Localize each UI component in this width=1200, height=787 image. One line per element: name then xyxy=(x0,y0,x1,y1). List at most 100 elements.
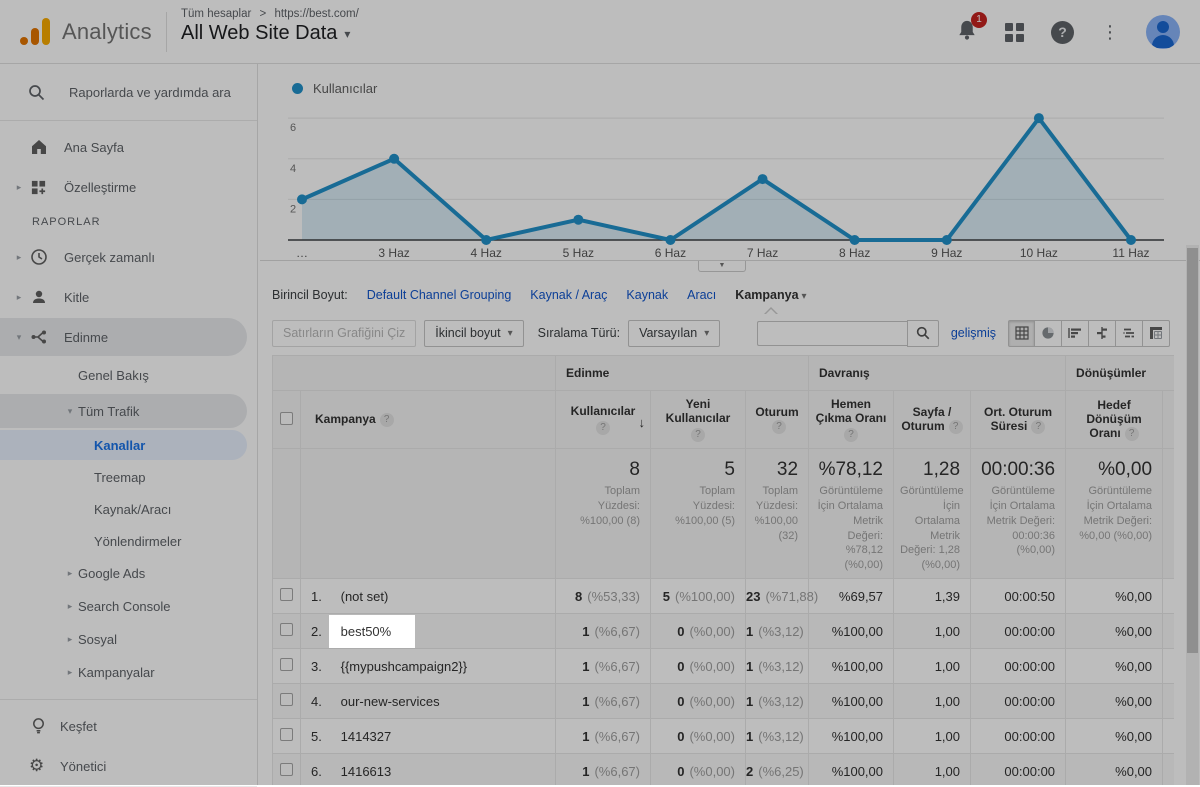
plot-rows-button[interactable]: Satırların Grafiğini Çiz xyxy=(272,320,416,347)
sidebar-item-channels[interactable]: Kanallar xyxy=(0,429,257,461)
table-view-button[interactable] xyxy=(1008,320,1035,347)
notifications-button[interactable]: 1 xyxy=(956,19,978,46)
sidebar-item-social[interactable]: ▸ Sosyal xyxy=(0,623,257,656)
cell-new-users: 0(%0,00) xyxy=(651,684,746,719)
x-tick-label: … xyxy=(267,246,337,260)
table-view-icon xyxy=(1015,326,1029,340)
group-acquisition: Edinme xyxy=(556,356,809,391)
sidebar-item-acquisition[interactable]: ▾ Edinme xyxy=(0,317,257,357)
sidebar-item-campaigns[interactable]: ▸ Kampanyalar xyxy=(0,656,257,689)
help-icon[interactable]: ? xyxy=(1125,427,1139,441)
help-icon[interactable]: ? xyxy=(844,428,858,442)
dimension-link-medium[interactable]: Aracı xyxy=(687,288,716,302)
x-tick-label: 5 Haz xyxy=(543,246,613,260)
column-bounce-rate[interactable]: Hemen Çıkma Oranı ? xyxy=(809,391,894,449)
row-checkbox[interactable] xyxy=(280,763,293,776)
column-sessions[interactable]: Oturum? xyxy=(746,391,809,449)
search-icon xyxy=(28,84,45,101)
sidebar-item-discover[interactable]: Keşfet xyxy=(0,706,257,746)
group-empty xyxy=(273,356,556,391)
campaign-name: our-new-services xyxy=(341,694,440,709)
cell-duration: 00:00:00 xyxy=(971,719,1066,754)
apps-grid-button[interactable] xyxy=(1005,23,1024,42)
overflow-menu-button[interactable]: ⋮ xyxy=(1101,22,1119,43)
cell-pages-session: 1,00 xyxy=(894,719,971,754)
term-cloud-view-button[interactable] xyxy=(1116,320,1143,347)
dimension-selected-campaign[interactable]: Kampanya▾ xyxy=(735,288,806,302)
column-users[interactable]: Kullanıcılar ? ↓ xyxy=(556,391,651,449)
cell-truncated: 0 xyxy=(1163,684,1174,719)
users-chart-svg: 246 xyxy=(280,98,1170,246)
sidebar-item-source-medium[interactable]: Kaynak/Aracı xyxy=(0,493,257,525)
column-pages-session[interactable]: Sayfa / Oturum? xyxy=(894,391,971,449)
comparison-view-button[interactable] xyxy=(1089,320,1116,347)
view-selector[interactable]: All Web Site Data ▾ xyxy=(181,22,359,45)
column-goal-rate[interactable]: Hedef Dönüşüm Oranı? xyxy=(1066,391,1163,449)
advanced-filter-link[interactable]: gelişmiş xyxy=(951,326,996,340)
campaign-name: (not set) xyxy=(341,589,389,604)
column-truncated[interactable]: Ta Sa xyxy=(1163,391,1174,449)
table-row: 5. 1414327 1(%6,67) 0(%0,00) 1(%3,12) %1… xyxy=(273,719,1175,754)
help-button[interactable]: ? xyxy=(1051,21,1074,44)
help-icon[interactable]: ? xyxy=(691,428,705,442)
x-tick-label: 3 Haz xyxy=(359,246,429,260)
table-search-button[interactable] xyxy=(907,320,939,347)
sidebar-search[interactable]: Raporlarda ve yardımda ara xyxy=(0,64,257,120)
sidebar-item-treemap[interactable]: Treemap xyxy=(0,461,257,493)
row-checkbox[interactable] xyxy=(280,728,293,741)
row-checkbox[interactable] xyxy=(280,623,293,636)
cell-pages-session: 1,00 xyxy=(894,754,971,786)
chevron-right-icon: ▸ xyxy=(64,601,76,612)
campaign-name: {{mypushcampaign2}} xyxy=(341,659,467,674)
analytics-logo[interactable]: Analytics xyxy=(18,16,152,46)
help-icon[interactable]: ? xyxy=(772,420,786,434)
column-avg-duration[interactable]: Ort. Oturum Süresi? xyxy=(971,391,1066,449)
chart-collapse-button[interactable]: ▼ xyxy=(698,261,746,272)
sidebar-item-google-ads[interactable]: ▸ Google Ads xyxy=(0,557,257,590)
table-search-input[interactable] xyxy=(757,321,907,346)
secondary-dimension-button[interactable]: İkincil boyut ▾ xyxy=(424,320,523,347)
breadcrumb-property[interactable]: https://best.com/ xyxy=(274,8,358,20)
chevron-right-icon: ▸ xyxy=(13,252,25,263)
dimension-link-source-medium[interactable]: Kaynak / Araç xyxy=(530,288,607,302)
dimension-link-default-channel-grouping[interactable]: Default Channel Grouping xyxy=(367,288,512,302)
scrollbar-thumb[interactable] xyxy=(1187,248,1198,653)
column-new-users[interactable]: Yeni Kullanıcılar ? xyxy=(651,391,746,449)
svg-text:2: 2 xyxy=(290,203,296,215)
cell-bounce: %100,00 xyxy=(809,649,894,684)
sidebar-item-admin[interactable]: ⚙ Yönetici xyxy=(0,746,257,786)
help-icon[interactable]: ? xyxy=(949,420,963,434)
help-icon[interactable]: ? xyxy=(380,413,394,427)
select-all-checkbox[interactable] xyxy=(280,412,293,425)
sidebar-item-audience[interactable]: ▸ Kitle xyxy=(0,277,257,317)
cell-truncated: 0 xyxy=(1163,614,1174,649)
performance-view-button[interactable] xyxy=(1062,320,1089,347)
row-checkbox[interactable] xyxy=(280,658,293,671)
help-icon[interactable]: ? xyxy=(596,421,610,435)
sidebar-item-overview[interactable]: Genel Bakış xyxy=(0,357,257,393)
sidebar-item-realtime[interactable]: ▸ Gerçek zamanlı xyxy=(0,237,257,277)
pivot-view-button[interactable] xyxy=(1143,320,1170,347)
sidebar-item-search-console[interactable]: ▸ Search Console xyxy=(0,590,257,623)
sidebar-item-home[interactable]: Ana Sayfa xyxy=(0,127,257,167)
sort-type-button[interactable]: Varsayılan ▾ xyxy=(628,320,720,347)
main-content: Kullanıcılar 246 …3 Haz4 Haz5 Haz6 Haz7 … xyxy=(260,64,1200,785)
sidebar-item-customization[interactable]: ▸ Özelleştirme xyxy=(0,167,257,207)
cell-sessions: 1(%3,12) xyxy=(746,719,809,754)
help-icon[interactable]: ? xyxy=(1031,420,1045,434)
sidebar-item-all-traffic[interactable]: ▾ Tüm Trafik xyxy=(0,393,257,429)
avatar[interactable] xyxy=(1146,15,1180,49)
breadcrumb[interactable]: Tüm hesaplar > https://best.com/ xyxy=(181,8,359,20)
column-campaign[interactable]: Kampanya? xyxy=(301,391,556,449)
cell-truncated: 0 xyxy=(1163,649,1174,684)
cell-new-users: 0(%0,00) xyxy=(651,649,746,684)
vertical-scrollbar[interactable] xyxy=(1186,245,1199,785)
breadcrumb-account[interactable]: Tüm hesaplar xyxy=(181,8,251,20)
dimension-link-source[interactable]: Kaynak xyxy=(626,288,668,302)
row-checkbox[interactable] xyxy=(280,693,293,706)
percentage-view-button[interactable] xyxy=(1035,320,1062,347)
x-tick-label: 7 Haz xyxy=(728,246,798,260)
row-checkbox[interactable] xyxy=(280,588,293,601)
cell-duration: 00:00:00 xyxy=(971,649,1066,684)
sidebar-item-referrals[interactable]: Yönlendirmeler xyxy=(0,525,257,557)
